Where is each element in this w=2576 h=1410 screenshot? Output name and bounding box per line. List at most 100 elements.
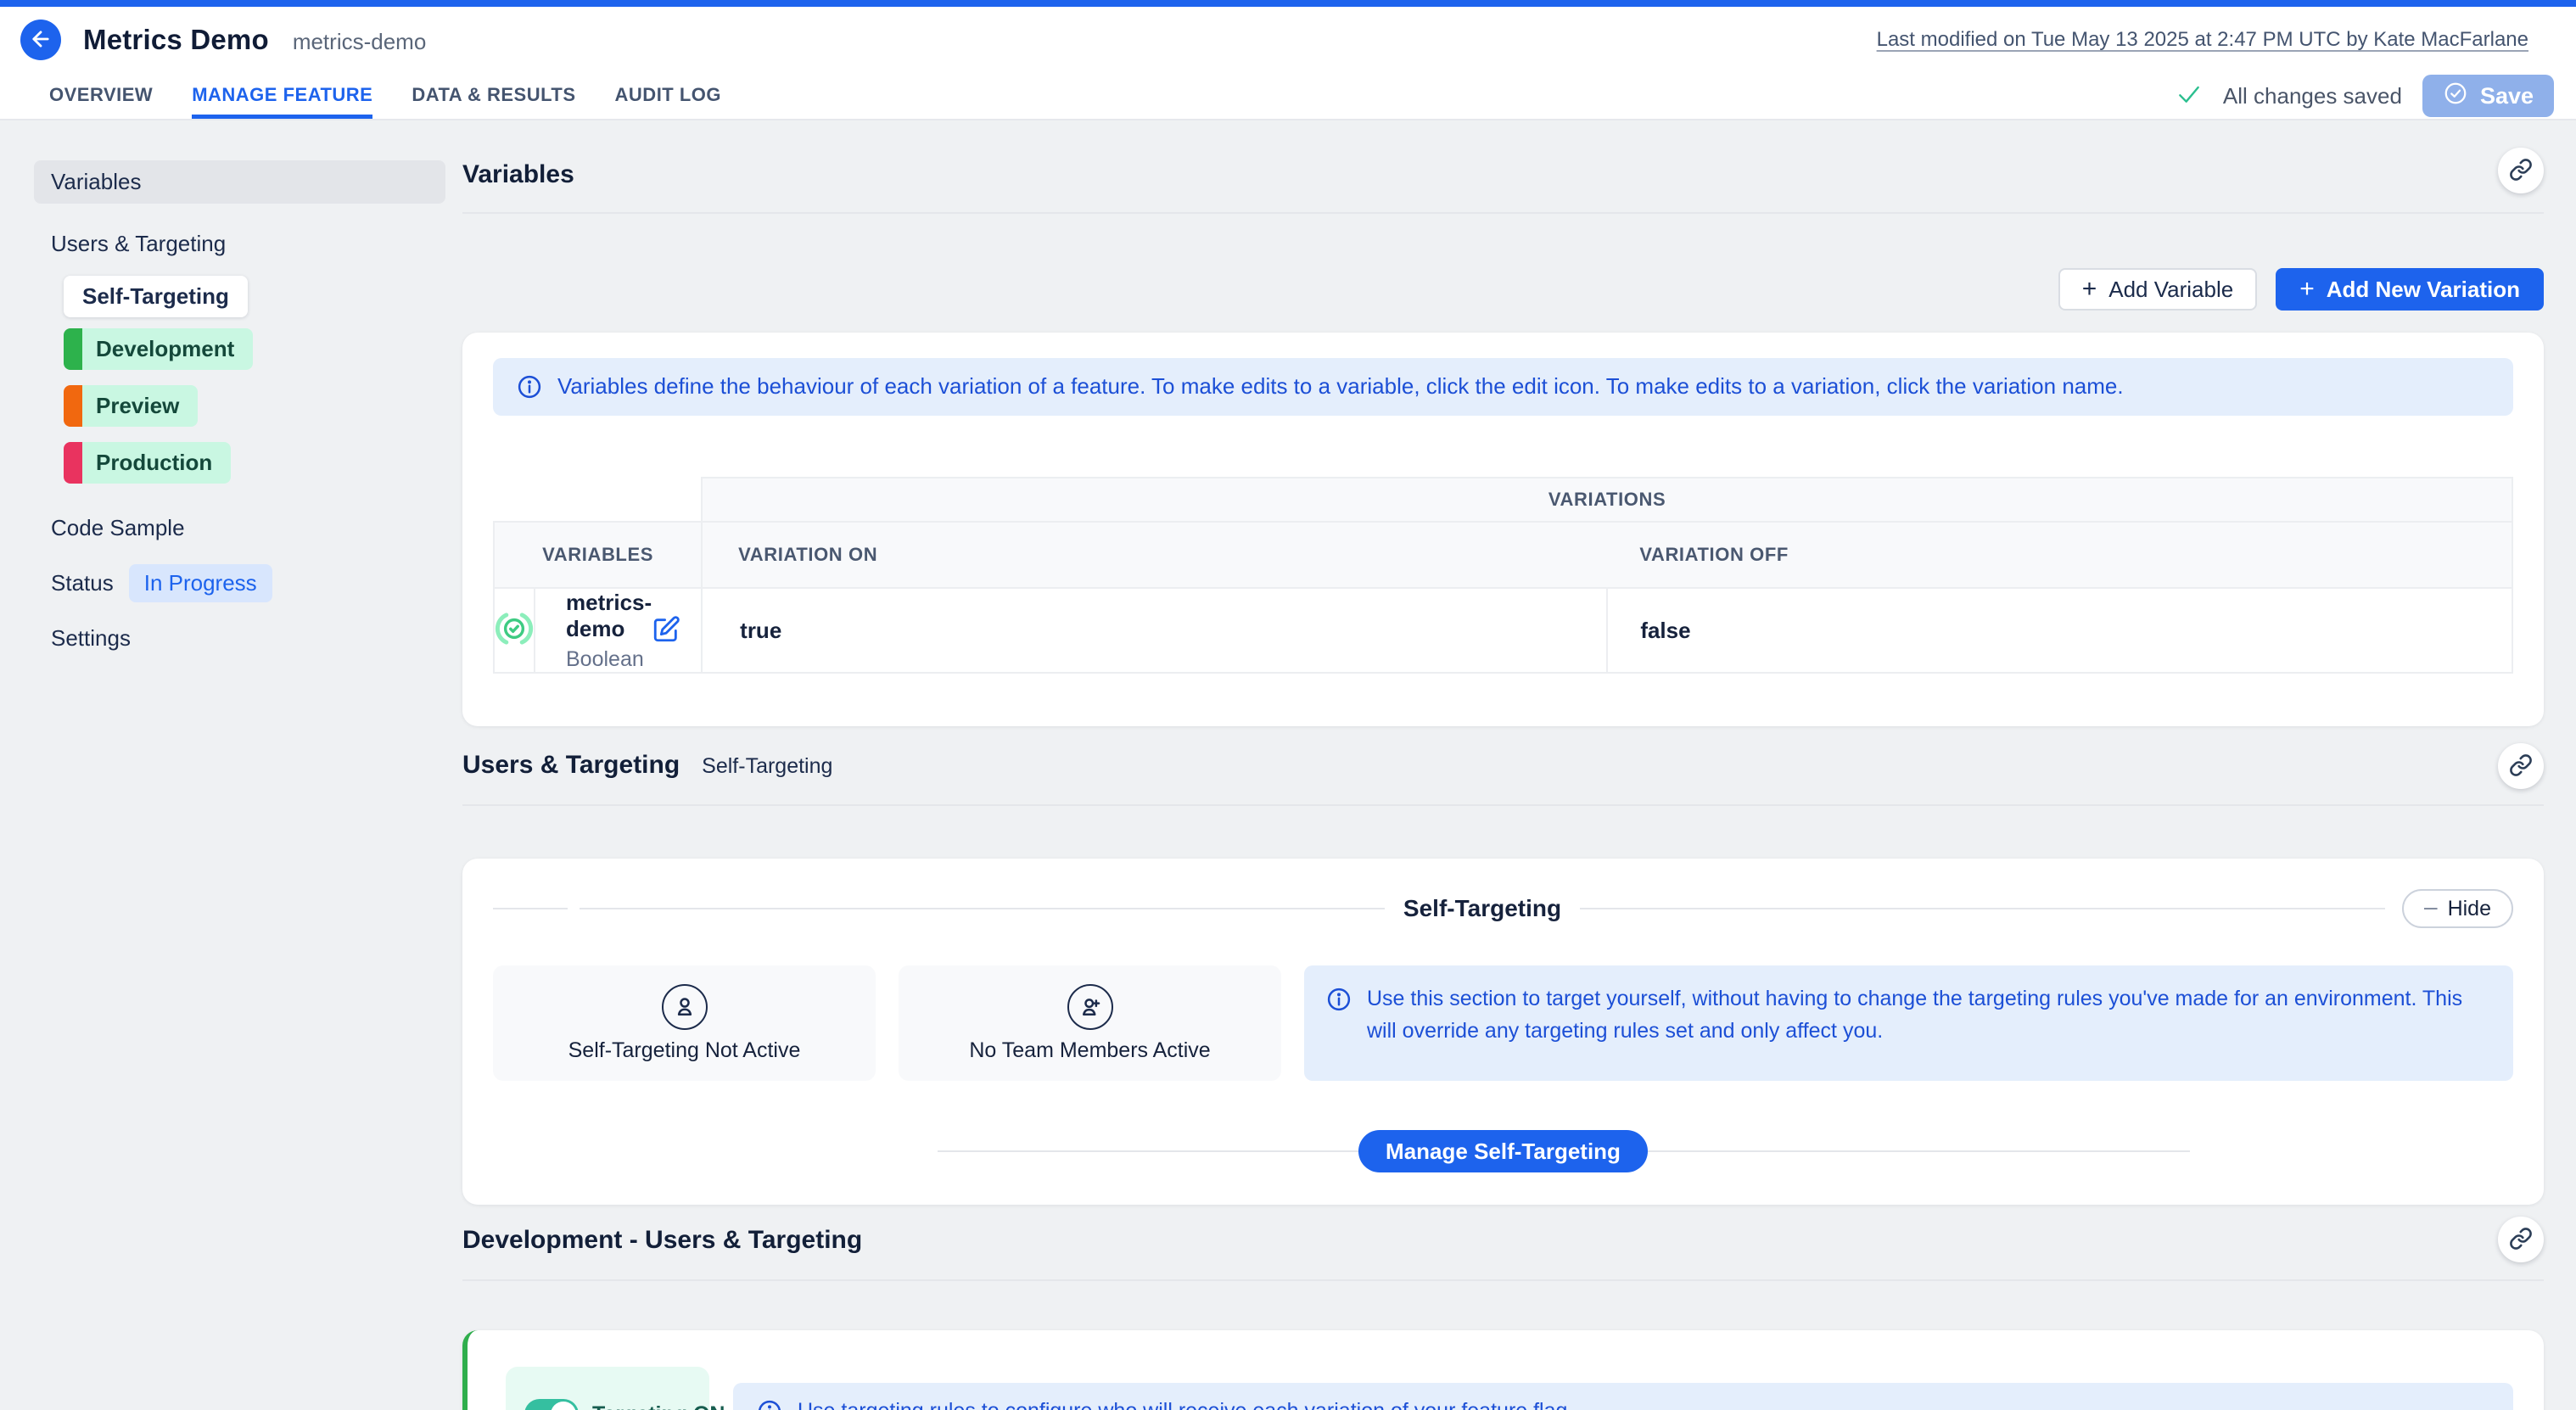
development-section-header: Development - Users & Targeting (462, 1205, 2544, 1281)
info-icon (1326, 982, 1352, 1016)
variations-group-header-row: VARIATIONS (494, 478, 2512, 522)
content-area: Variables Users & Targeting Self-Targeti… (0, 120, 2576, 1410)
env-label: Preview (82, 385, 198, 427)
add-new-variation-label: Add New Variation (2327, 277, 2520, 303)
sidebar-item-status[interactable]: Status (34, 562, 114, 605)
status-badge[interactable]: In Progress (129, 564, 272, 602)
tab-data-results[interactable]: DATA & RESULTS (412, 73, 575, 119)
toggle-check-icon (551, 1402, 576, 1410)
variables-section-title: Variables (462, 159, 574, 190)
back-arrow-icon (29, 27, 53, 53)
header-row: Metrics Demo metrics-demo Last modified … (0, 7, 2576, 73)
tab-overview[interactable]: OVERVIEW (49, 73, 153, 119)
add-new-variation-button[interactable]: + Add New Variation (2276, 268, 2544, 311)
divider-line (1580, 908, 2385, 909)
save-status-text: All changes saved (2223, 83, 2402, 109)
development-section-title: Development - Users & Targeting (462, 1225, 862, 1256)
last-modified-link[interactable]: Last modified on Tue May 13 2025 at 2:47… (1877, 28, 2528, 52)
tab-audit-log[interactable]: AUDIT LOG (615, 73, 722, 119)
add-variable-label: Add Variable (2108, 277, 2233, 303)
variable-name-cell: metrics-demo Boolean (535, 588, 702, 673)
divider-line (580, 908, 1385, 909)
self-targeting-info-banner: Use this section to target yourself, wit… (1304, 965, 2513, 1081)
team-members-status-label: No Team Members Active (969, 1038, 1210, 1063)
sidebar-item-settings[interactable]: Settings (34, 617, 445, 660)
col-header-variation-on: VARIATION ON (702, 522, 1607, 588)
development-info-banner: Use targeting rules to configure who wil… (733, 1383, 2513, 1410)
plus-icon: + (2082, 277, 2097, 302)
tab-manage-feature[interactable]: MANAGE FEATURE (192, 73, 372, 119)
link-icon (2509, 158, 2533, 184)
user-icon (662, 984, 708, 1030)
feature-key: metrics-demo (293, 29, 426, 55)
variable-type-icon-cell (494, 588, 535, 673)
main-panel: Variables + Add Variable + Add New Va (462, 120, 2576, 1410)
edit-variable-button[interactable] (652, 615, 680, 646)
env-label: Development (82, 328, 253, 370)
col-header-variables: VARIABLES (494, 522, 702, 588)
self-targeting-card: Self-Targeting – Hide Self-Targeting (462, 859, 2544, 1205)
variables-actions: + Add Variable + Add New Variation (462, 268, 2544, 311)
variation-on-value: true (702, 588, 1607, 673)
variables-section: Variables + Add Variable + Add New Va (462, 120, 2544, 726)
info-icon (757, 1395, 782, 1410)
save-button-label: Save (2480, 83, 2534, 109)
variations-group-header: VARIATIONS (702, 478, 2512, 522)
users-targeting-title: Users & Targeting (462, 750, 680, 781)
sidebar-item-users-targeting[interactable]: Users & Targeting (34, 222, 445, 266)
variable-name: metrics-demo (566, 590, 652, 642)
development-permalink-button[interactable] (2498, 1217, 2544, 1262)
hide-self-targeting-button[interactable]: – Hide (2402, 889, 2513, 928)
back-button[interactable] (20, 20, 61, 60)
sidebar-status-row: Status In Progress (34, 562, 445, 605)
plus-icon: + (2299, 277, 2315, 302)
self-targeting-status-card: Self-Targeting Not Active (493, 965, 876, 1081)
env-color-swatch-development (64, 328, 82, 370)
manage-self-targeting-row: Manage Self-Targeting (493, 1130, 2513, 1172)
save-check-circle-icon (2443, 81, 2468, 112)
targeting-toggle[interactable] (524, 1399, 579, 1410)
save-area: All changes saved Save (2176, 75, 2576, 117)
variable-target-icon (495, 637, 534, 652)
save-button[interactable]: Save (2422, 75, 2554, 117)
users-targeting-subtitle: Self-Targeting (702, 754, 832, 779)
info-icon (517, 370, 542, 404)
sidebar-item-variables[interactable]: Variables (34, 160, 445, 204)
self-targeting-panel-title: Self-Targeting (1385, 895, 1580, 922)
top-accent-strip (0, 0, 2576, 7)
sidebar-item-env-development[interactable]: Development (64, 328, 253, 370)
targeting-toggle-box: Targeting ON (506, 1367, 709, 1410)
page-header: Metrics Demo metrics-demo Last modified … (0, 7, 2576, 120)
variables-section-header: Variables (462, 120, 2544, 214)
development-info-text: Use targeting rules to configure who wil… (798, 1395, 1573, 1410)
variation-off-value: false (1607, 588, 2512, 673)
users-targeting-header: Users & Targeting Self-Targeting (462, 726, 2544, 806)
variables-permalink-button[interactable] (2498, 148, 2544, 193)
variable-row: metrics-demo Boolean (494, 588, 2512, 673)
divider-line (493, 908, 568, 909)
group-header-empty-cell (494, 478, 702, 522)
sidebar-item-code-sample[interactable]: Code Sample (34, 506, 445, 550)
link-icon (2509, 753, 2533, 780)
add-variable-button[interactable]: + Add Variable (2058, 268, 2257, 311)
variables-table: VARIATIONS VARIABLES VARIATION ON VARIAT… (493, 477, 2513, 674)
variables-info-banner: Variables define the behaviour of each v… (493, 358, 2513, 416)
edit-pencil-icon (652, 615, 680, 646)
env-color-swatch-production (64, 442, 82, 484)
variable-type: Boolean (566, 647, 652, 672)
tab-bar: OVERVIEW MANAGE FEATURE DATA & RESULTS A… (0, 73, 2576, 119)
sidebar-item-env-production[interactable]: Production (64, 442, 231, 484)
targeting-toggle-label: Targeting ON (592, 1402, 725, 1410)
self-targeting-info-text: Use this section to target yourself, wit… (1367, 982, 2491, 1047)
app-root: Metrics Demo metrics-demo Last modified … (0, 0, 2576, 1410)
development-targeting-section: Development - Users & Targeting (462, 1205, 2544, 1410)
sidebar-item-self-targeting[interactable]: Self-Targeting (64, 276, 248, 317)
variables-card: Variables define the behaviour of each v… (462, 333, 2544, 726)
sidebar-item-env-preview[interactable]: Preview (64, 385, 198, 427)
users-targeting-permalink-button[interactable] (2498, 743, 2544, 789)
link-icon (2509, 1227, 2533, 1253)
manage-self-targeting-button[interactable]: Manage Self-Targeting (1358, 1130, 1648, 1172)
saved-check-icon (2176, 81, 2203, 112)
sidebar-nav: Variables Users & Targeting Self-Targeti… (0, 120, 462, 1410)
user-plus-icon (1067, 984, 1113, 1030)
